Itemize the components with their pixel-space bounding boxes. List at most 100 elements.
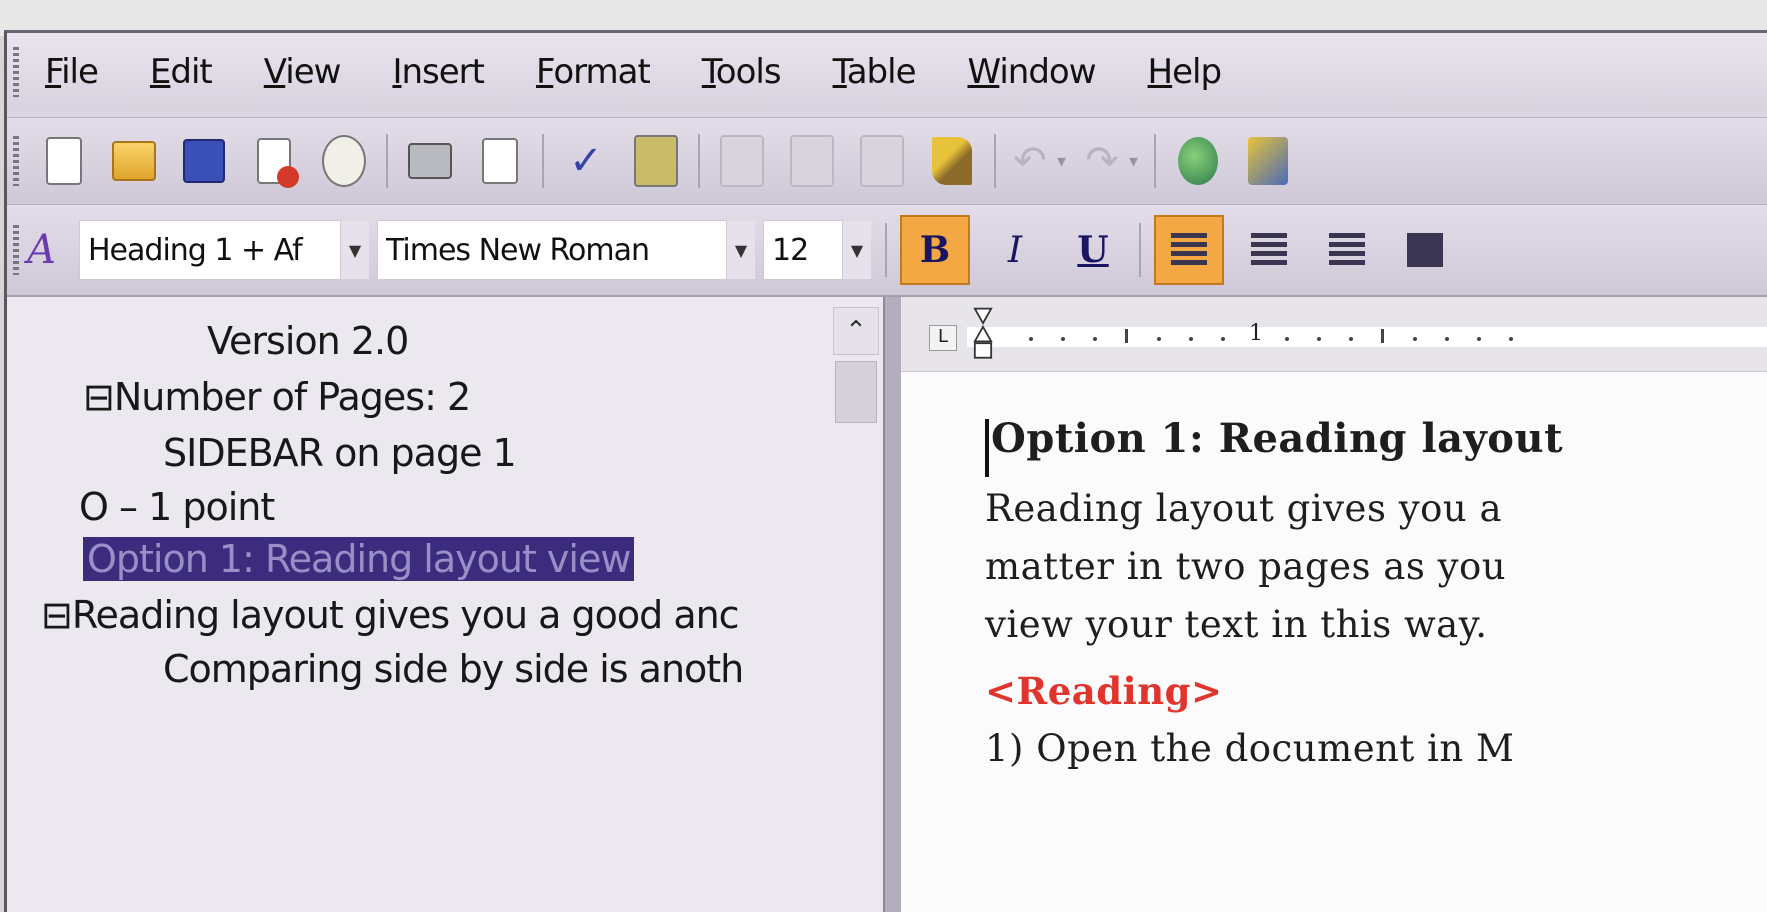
align-center-button[interactable] [1236, 217, 1302, 283]
underline-button[interactable]: U [1060, 217, 1126, 283]
ruler-dot [1093, 337, 1097, 341]
menu-window[interactable]: Window [967, 52, 1096, 92]
redo-button[interactable]: ↷ [1084, 133, 1120, 189]
cut-icon [720, 135, 764, 187]
toolbar-grip[interactable] [13, 136, 19, 186]
tables-borders-button[interactable] [1242, 133, 1294, 189]
print-icon [408, 143, 452, 179]
font-combo[interactable]: Times New Roman [377, 220, 727, 280]
document-map-pane: Version 2.0 ⊟Number of Pages: 2 SIDEBAR … [7, 297, 883, 912]
scroll-thumb[interactable] [835, 361, 877, 423]
nav-item-selected[interactable]: Option 1: Reading layout view [83, 537, 635, 581]
align-center-icon [1251, 233, 1287, 267]
copy-button[interactable] [786, 133, 838, 189]
menu-view[interactable]: View [264, 52, 342, 92]
toolbar-separator [1154, 134, 1156, 188]
nav-item[interactable]: Version 2.0 [207, 319, 409, 363]
align-right-button[interactable] [1314, 217, 1380, 283]
horizontal-ruler[interactable]: L 1 [901, 297, 1767, 372]
document-body-line: Reading layout gives you a [985, 487, 1503, 530]
menu-insert[interactable]: Insert [392, 52, 485, 92]
italic-button[interactable]: I [982, 217, 1048, 283]
format-painter-icon [932, 137, 972, 185]
nav-item[interactable]: ⊟Reading layout gives you a good anc [41, 593, 740, 637]
menu-grip[interactable] [13, 47, 19, 97]
document-body-line: matter in two pages as you [985, 545, 1507, 588]
spelling-icon: ✓ [569, 138, 603, 184]
permission-button[interactable] [248, 133, 300, 189]
styles-formatting-icon[interactable]: A [27, 225, 73, 275]
ruler-dot [1445, 337, 1449, 341]
email-button[interactable] [318, 133, 370, 189]
cut-button[interactable] [716, 133, 768, 189]
document-area[interactable]: L 1 Option 1: Reading layout Reading lay… [901, 297, 1767, 912]
style-combo[interactable]: Heading 1 + Af [79, 220, 341, 280]
align-right-icon [1329, 233, 1365, 267]
pane-splitter[interactable] [883, 297, 903, 912]
undo-dropdown-icon[interactable]: ▾ [1057, 151, 1075, 172]
ruler-strip [967, 327, 1767, 347]
word-window: File Edit View Insert Format Tools Table… [4, 30, 1767, 912]
menu-table[interactable]: Table [833, 52, 917, 92]
redo-icon: ↷ [1085, 138, 1119, 184]
font-dropdown-icon[interactable]: ▼ [727, 221, 755, 279]
nav-item[interactable]: SIDEBAR on page 1 [163, 431, 517, 475]
ruler-dot [1413, 337, 1417, 341]
print-preview-icon [482, 138, 518, 184]
ruler-tick [1381, 329, 1384, 343]
menu-help[interactable]: Help [1148, 52, 1223, 92]
style-dropdown-icon[interactable]: ▼ [341, 221, 369, 279]
paste-button[interactable] [856, 133, 908, 189]
paste-icon [860, 135, 904, 187]
justify-button[interactable] [1392, 217, 1458, 283]
ruler-dot [1349, 337, 1353, 341]
ruler-dot [1029, 337, 1033, 341]
research-button[interactable] [630, 133, 682, 189]
print-button[interactable] [404, 133, 456, 189]
toolbar-grip[interactable] [13, 225, 19, 275]
size-combo[interactable]: 12 [763, 220, 843, 280]
bold-button[interactable]: B [900, 215, 970, 285]
justify-icon [1407, 233, 1443, 267]
menu-bar: File Edit View Insert Format Tools Table… [7, 33, 1767, 111]
nav-scrollbar[interactable]: ⌃ [833, 307, 879, 427]
toolbar-separator [386, 134, 388, 188]
undo-button[interactable]: ↶ [1012, 133, 1048, 189]
document-step-line: 1) Open the document in M [985, 727, 1515, 770]
tables-borders-icon [1248, 137, 1288, 185]
ruler-dot [1317, 337, 1321, 341]
spelling-button[interactable]: ✓ [560, 133, 612, 189]
ruler-dot [1157, 337, 1161, 341]
tab-selector[interactable]: L [929, 325, 957, 351]
bold-label: B [919, 229, 951, 271]
research-icon [634, 135, 678, 187]
copy-icon [790, 135, 834, 187]
scroll-up-icon[interactable]: ⌃ [833, 307, 879, 355]
align-left-button[interactable] [1154, 215, 1224, 285]
style-value: Heading 1 + Af [88, 232, 303, 268]
save-button[interactable] [178, 133, 230, 189]
email-icon [322, 135, 366, 187]
menu-file[interactable]: File [45, 52, 99, 92]
new-document-button[interactable] [38, 133, 90, 189]
nav-item[interactable]: ⊟Number of Pages: 2 [83, 375, 471, 419]
indent-marker-icon[interactable] [973, 305, 993, 365]
size-dropdown-icon[interactable]: ▼ [843, 221, 871, 279]
text-cursor [985, 419, 989, 477]
open-button[interactable] [108, 133, 160, 189]
menu-edit[interactable]: Edit [150, 52, 213, 92]
nav-item[interactable]: O – 1 point [79, 485, 275, 529]
italic-label: I [1007, 229, 1023, 271]
menu-format[interactable]: Format [536, 52, 651, 92]
toolbar-separator [885, 223, 887, 277]
formatting-toolbar: A Heading 1 + Af ▼ Times New Roman ▼ 12 … [7, 205, 1767, 297]
size-value: 12 [772, 232, 809, 268]
toolbar-separator [1139, 223, 1141, 277]
hyperlink-button[interactable] [1172, 133, 1224, 189]
format-painter-button[interactable] [926, 133, 978, 189]
nav-item[interactable]: Comparing side by side is anoth [163, 647, 744, 691]
document-heading: Option 1: Reading layout [991, 415, 1564, 462]
menu-tools[interactable]: Tools [702, 52, 782, 92]
redo-dropdown-icon[interactable]: ▾ [1129, 151, 1147, 172]
print-preview-button[interactable] [474, 133, 526, 189]
